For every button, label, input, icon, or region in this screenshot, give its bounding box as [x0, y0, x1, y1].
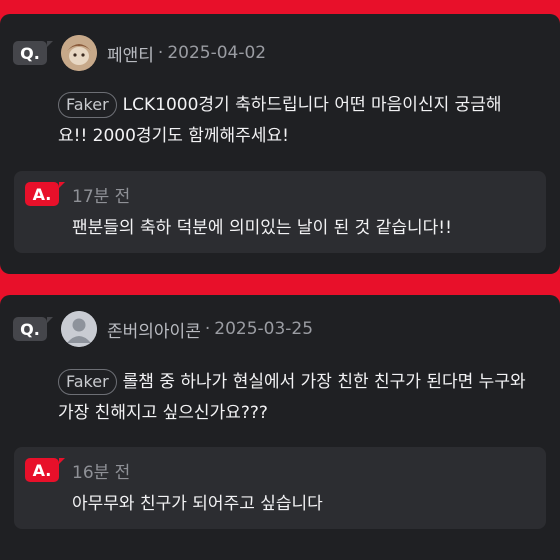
author-name[interactable]: 존버의아이콘 — [107, 317, 201, 342]
question-text: LCK1000경기 축하드립니다 어떤 마음이신지 궁금해요!! 2000경기도… — [58, 95, 502, 146]
answer-badge: A. — [25, 182, 65, 206]
question-date: 2025-04-02 — [167, 43, 267, 63]
question-body: Faker 롤챔 중 하나가 현실에서 가장 친한 친구가 된다면 누구와 가장 … — [58, 367, 530, 429]
separator-dot: · — [157, 43, 164, 63]
answer-box: A. 16분 전 아무무와 친구가 되어주고 싶습니다 — [14, 447, 546, 529]
separator-dot: · — [204, 319, 211, 339]
qa-card[interactable]: Q. 페앤티 · 2025-04-02 Faker LCK1000경기 축하드립니… — [0, 14, 560, 274]
question-body: Faker LCK1000경기 축하드립니다 어떤 마음이신지 궁금해요!! 20… — [58, 90, 530, 152]
default-user-icon — [61, 311, 97, 347]
question-header: Q. 존버의아이콘 · 2025-03-25 — [13, 311, 313, 347]
question-badge: Q. — [13, 317, 53, 341]
question-text: 롤챔 중 하나가 현실에서 가장 친한 친구가 된다면 누구와 가장 친해지고 … — [58, 372, 526, 423]
avatar[interactable] — [61, 311, 97, 347]
qa-card[interactable]: Q. 존버의아이콘 · 2025-03-25 Faker 롤챔 중 하나가 현실에… — [0, 295, 560, 560]
answer-box: A. 17분 전 팬분들의 축하 덕분에 의미있는 날이 된 것 같습니다!! — [14, 171, 546, 253]
user-avatar-icon — [61, 35, 97, 71]
question-header: Q. 페앤티 · 2025-04-02 — [13, 35, 266, 71]
answer-text: 아무무와 친구가 되어주고 싶습니다 — [72, 494, 323, 514]
answer-text: 팬분들의 축하 덕분에 의미있는 날이 된 것 같습니다!! — [72, 218, 452, 238]
faker-tag[interactable]: Faker — [58, 369, 117, 395]
answer-badge: A. — [25, 458, 65, 482]
question-badge: Q. — [13, 41, 53, 65]
author-name[interactable]: 페앤티 — [107, 41, 154, 66]
avatar[interactable] — [61, 35, 97, 71]
faker-tag[interactable]: Faker — [58, 92, 117, 118]
answer-time: 17분 전 — [72, 187, 131, 207]
answer-time: 16분 전 — [72, 463, 131, 483]
question-date: 2025-03-25 — [214, 319, 314, 339]
